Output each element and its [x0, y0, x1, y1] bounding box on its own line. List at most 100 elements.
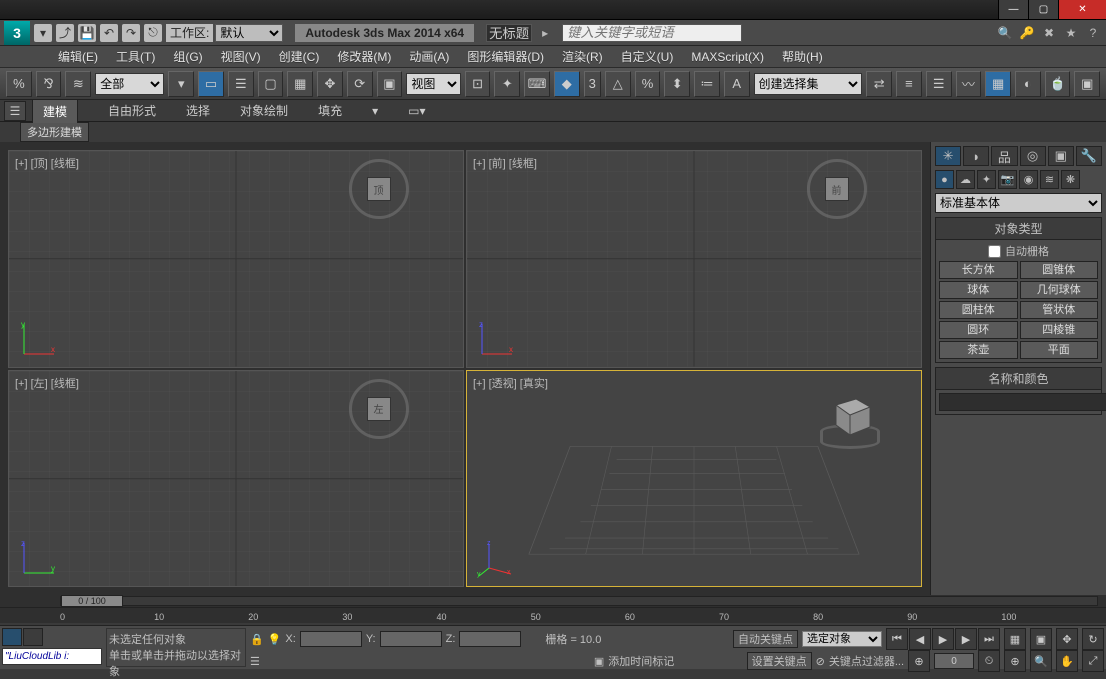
- cylinder-button[interactable]: 圆柱体: [939, 301, 1018, 319]
- create-tab-icon[interactable]: ✳: [935, 146, 961, 166]
- polymodeling-label[interactable]: 多边形建模: [20, 122, 89, 142]
- spinner-snap-icon[interactable]: ⬍: [664, 71, 690, 97]
- abc-icon[interactable]: A: [724, 71, 750, 97]
- goto-start-icon[interactable]: ⏮: [886, 628, 908, 650]
- qa-save-icon[interactable]: 💾: [78, 24, 96, 42]
- ribbon-dropdown-icon[interactable]: ▾: [372, 104, 378, 118]
- goto-end-icon[interactable]: ⏭: [978, 628, 1000, 650]
- curve-editor-icon[interactable]: 〰: [956, 71, 982, 97]
- zoom-icon[interactable]: 🔍: [1030, 650, 1052, 672]
- coord-y[interactable]: [380, 631, 442, 647]
- menu-tools[interactable]: 工具(T): [116, 48, 155, 65]
- cone-button[interactable]: 圆锥体: [1020, 261, 1099, 279]
- hierarchy-tab-icon[interactable]: 品: [991, 146, 1017, 166]
- menu-group[interactable]: 组(G): [173, 48, 202, 65]
- window-crossing-icon[interactable]: ▦: [287, 71, 313, 97]
- material-editor-icon[interactable]: ◐: [1015, 71, 1041, 97]
- minimize-button[interactable]: —: [998, 0, 1028, 19]
- render-setup-icon[interactable]: 🍵: [1045, 71, 1071, 97]
- document-title[interactable]: [486, 24, 532, 42]
- menu-rendering[interactable]: 渲染(R): [562, 48, 603, 65]
- percent-snap-icon[interactable]: %: [635, 71, 661, 97]
- keyfilters-button[interactable]: 关键点过滤器...: [829, 653, 904, 669]
- autogrid-checkbox[interactable]: 自动栅格: [939, 243, 1098, 259]
- layout-b-icon[interactable]: [23, 628, 43, 646]
- tab-populate[interactable]: 填充: [318, 102, 342, 119]
- geosphere-button[interactable]: 几何球体: [1020, 281, 1099, 299]
- time-slider-thumb[interactable]: 0 / 100: [61, 595, 123, 607]
- unlink-icon[interactable]: ⅋: [36, 71, 62, 97]
- doc-dropdown-icon[interactable]: ▸: [536, 24, 554, 42]
- angle-snap-icon[interactable]: △: [605, 71, 631, 97]
- qa-new-icon[interactable]: ▾: [34, 24, 52, 42]
- lights-icon[interactable]: ✦: [977, 170, 996, 189]
- viewport-label[interactable]: [+] [前] [线框]: [473, 155, 537, 171]
- rotate-icon[interactable]: ⟳: [347, 71, 373, 97]
- time-config-icon[interactable]: ⏲: [978, 650, 1000, 672]
- move-icon[interactable]: ✥: [317, 71, 343, 97]
- tab-modeling[interactable]: 建模: [32, 99, 78, 123]
- category-select[interactable]: 标准基本体: [935, 193, 1102, 213]
- selection-scope-select[interactable]: 全部: [95, 73, 164, 95]
- snap3-icon[interactable]: 3: [584, 71, 601, 97]
- motion-tab-icon[interactable]: ◎: [1020, 146, 1046, 166]
- selectionset-select[interactable]: 创建选择集: [754, 73, 863, 95]
- qa-link-icon[interactable]: ⎋: [144, 24, 162, 42]
- addmarker-icon[interactable]: ▣: [594, 655, 604, 668]
- teapot-button[interactable]: 茶壶: [939, 341, 1018, 359]
- link-icon[interactable]: %: [6, 71, 32, 97]
- nav-group2-icon[interactable]: ▣: [1030, 628, 1052, 650]
- key-step-icon[interactable]: ⊕: [908, 650, 930, 672]
- mirror-icon[interactable]: ⇄: [866, 71, 892, 97]
- workspace-select[interactable]: 默认: [215, 24, 283, 42]
- coord-z[interactable]: [459, 631, 521, 647]
- menu-customize[interactable]: 自定义(U): [621, 48, 674, 65]
- torus-button[interactable]: 圆环: [939, 321, 1018, 339]
- viewcube[interactable]: 顶: [349, 159, 409, 219]
- menu-edit[interactable]: 编辑(E): [58, 48, 98, 65]
- exchange-icon[interactable]: ✖: [1040, 24, 1058, 42]
- play-icon[interactable]: ▶: [932, 628, 954, 650]
- layout-quad-icon[interactable]: [2, 628, 22, 646]
- sphere-button[interactable]: 球体: [939, 281, 1018, 299]
- viewport-perspective[interactable]: [+] [透视] [真实] xyz: [466, 370, 922, 588]
- close-button[interactable]: ✕: [1058, 0, 1106, 19]
- menu-modifiers[interactable]: 修改器(M): [337, 48, 391, 65]
- rect-select-icon[interactable]: ▢: [258, 71, 284, 97]
- script-icon[interactable]: ☰: [250, 655, 260, 668]
- utilities-tab-icon[interactable]: 🔧: [1076, 146, 1102, 166]
- schematic-icon[interactable]: ▦: [985, 71, 1011, 97]
- align-icon[interactable]: ≡: [896, 71, 922, 97]
- systems-icon[interactable]: ❋: [1061, 170, 1080, 189]
- nav-group4-icon[interactable]: ↻: [1082, 628, 1104, 650]
- render-frame-icon[interactable]: ▣: [1074, 71, 1100, 97]
- viewport-label[interactable]: [+] [透视] [真实]: [473, 375, 548, 391]
- maximize-button[interactable]: ▢: [1028, 0, 1058, 19]
- menu-animation[interactable]: 动画(A): [409, 48, 449, 65]
- search-input[interactable]: [562, 24, 742, 42]
- display-tab-icon[interactable]: ▣: [1048, 146, 1074, 166]
- helpers-icon[interactable]: ◉: [1019, 170, 1038, 189]
- manip-icon[interactable]: ✦: [494, 71, 520, 97]
- keymode-select[interactable]: 选定对象: [802, 631, 882, 647]
- viewport-top[interactable]: [+] [顶] [线框] 顶 xy: [8, 150, 464, 368]
- menu-help[interactable]: 帮助(H): [782, 48, 823, 65]
- nav-group1-icon[interactable]: ▦: [1004, 628, 1026, 650]
- filter-icon[interactable]: ▾: [168, 71, 194, 97]
- plane-button[interactable]: 平面: [1020, 341, 1099, 359]
- time-slider[interactable]: 0 / 100: [0, 595, 1106, 607]
- lock-icon[interactable]: 🔒: [250, 633, 264, 646]
- scale-icon[interactable]: ▣: [377, 71, 403, 97]
- viewcube[interactable]: [820, 389, 880, 449]
- select-button[interactable]: ▭: [198, 71, 224, 97]
- spacewarps-icon[interactable]: ≋: [1040, 170, 1059, 189]
- viewcube[interactable]: 左: [349, 379, 409, 439]
- maxscript-listener[interactable]: "LiuCloudLib i:: [2, 648, 102, 665]
- key-icon[interactable]: ⊘: [816, 655, 825, 668]
- refcoord-select[interactable]: 视图: [406, 73, 460, 95]
- ribbon-toggle-icon[interactable]: ☰: [4, 101, 26, 121]
- tab-objectpaint[interactable]: 对象绘制: [240, 102, 288, 119]
- autokey-button[interactable]: 自动关键点: [733, 630, 798, 648]
- ribbon-config-icon[interactable]: ▭▾: [408, 104, 425, 118]
- modify-tab-icon[interactable]: ◗: [963, 146, 989, 166]
